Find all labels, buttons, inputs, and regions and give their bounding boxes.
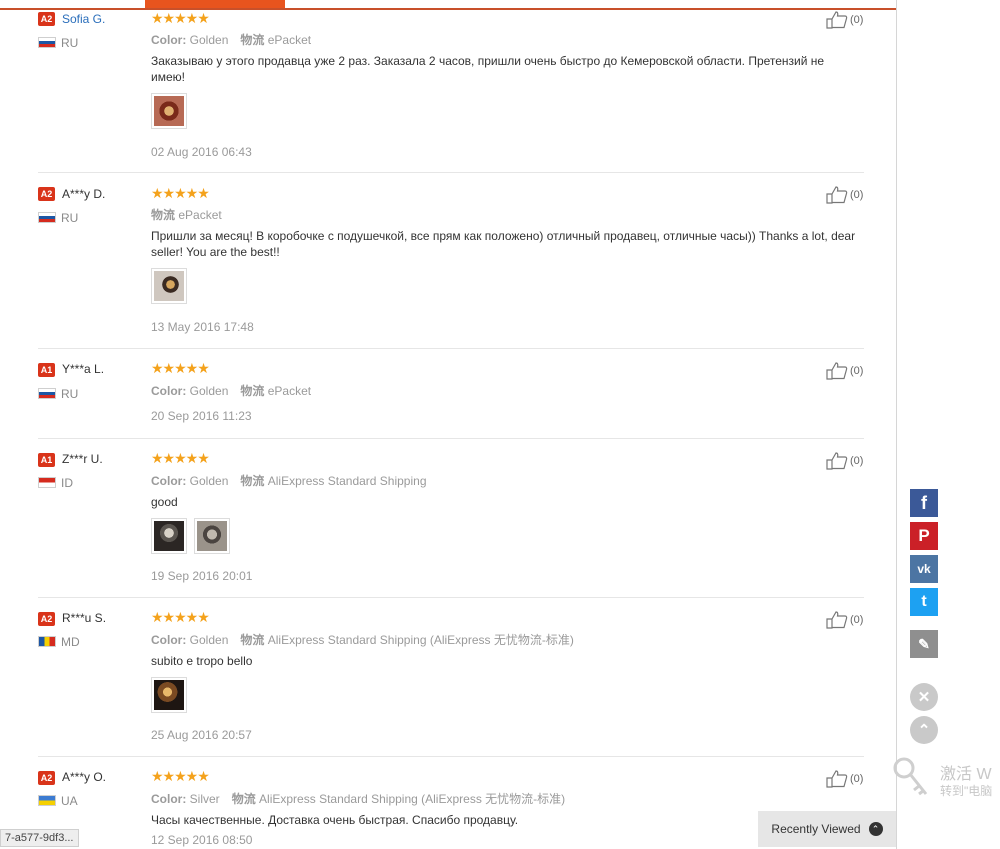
reviewer-country: ID bbox=[61, 476, 73, 490]
thumbs-up-icon bbox=[826, 362, 848, 380]
country-flag-icon bbox=[38, 795, 56, 806]
helpful-button[interactable]: (0) bbox=[826, 611, 863, 629]
review-photo[interactable] bbox=[151, 93, 187, 129]
twitter-share-icon[interactable]: t bbox=[910, 588, 938, 616]
buyer-level-badge: A1 bbox=[38, 453, 55, 467]
reviewer-country: MD bbox=[61, 635, 80, 649]
review-text: Пришли за месяц! В коробочке с подушечко… bbox=[151, 229, 856, 259]
buyer-level-badge: A2 bbox=[38, 12, 55, 26]
helpful-button[interactable]: (0) bbox=[826, 11, 863, 29]
tab-bar-underline bbox=[0, 8, 896, 10]
star-rating: ★★★★★ bbox=[151, 10, 210, 26]
helpful-button[interactable]: (0) bbox=[826, 362, 863, 380]
review-photo[interactable] bbox=[194, 518, 230, 554]
review-text: Часы качественные. Доставка очень быстра… bbox=[151, 813, 519, 827]
reviewer-name: Z***r U. bbox=[62, 452, 103, 466]
browser-status-url: 7-a577-9df3... bbox=[0, 829, 79, 847]
country-flag-icon bbox=[38, 388, 56, 399]
thumbs-up-icon bbox=[826, 186, 848, 204]
order-info: Color: Golden 物流 ePacket bbox=[151, 384, 312, 398]
helpful-button[interactable]: (0) bbox=[826, 452, 863, 470]
star-rating: ★★★★★ bbox=[151, 609, 210, 625]
review-date: 12 Sep 2016 08:50 bbox=[151, 833, 253, 847]
buyer-level-badge: A2 bbox=[38, 612, 55, 626]
review-date: 19 Sep 2016 20:01 bbox=[151, 569, 253, 583]
buyer-level-badge: A1 bbox=[38, 363, 55, 377]
reviewer-name: R***u S. bbox=[62, 611, 107, 625]
review-date: 25 Aug 2016 20:57 bbox=[151, 728, 252, 742]
helpful-button[interactable]: (0) bbox=[826, 186, 863, 204]
watermark-line-1: 激活 W bbox=[940, 766, 992, 783]
thumbs-up-icon bbox=[826, 770, 848, 788]
recently-viewed-button[interactable]: Recently Viewed ⌃ bbox=[758, 811, 896, 847]
reviewer-name: A***y D. bbox=[62, 187, 106, 201]
star-rating: ★★★★★ bbox=[151, 768, 210, 784]
review-text: subito e tropo bello bbox=[151, 654, 253, 668]
back-to-top-icon[interactable]: ⌃ bbox=[910, 716, 938, 744]
pinterest-share-icon[interactable]: P bbox=[910, 522, 938, 550]
edit-feedback-icon[interactable]: ✎ bbox=[910, 630, 938, 658]
review-text: Заказываю у этого продавца уже 2 раз. За… bbox=[151, 54, 825, 84]
review-photo[interactable] bbox=[151, 268, 187, 304]
country-flag-icon bbox=[38, 477, 56, 488]
review-date: 02 Aug 2016 06:43 bbox=[151, 145, 252, 159]
review-photo[interactable] bbox=[151, 518, 187, 554]
country-flag-icon bbox=[38, 37, 56, 48]
reviewer-country: UA bbox=[61, 794, 78, 808]
windows-activation-watermark: 激活 W 转到"电脑 bbox=[892, 756, 1000, 802]
order-info: 物流 ePacket bbox=[151, 208, 222, 222]
review-text: good bbox=[151, 495, 178, 509]
star-rating: ★★★★★ bbox=[151, 185, 210, 201]
watermark-line-2: 转到"电脑 bbox=[940, 784, 993, 798]
reviewer-name[interactable]: Sofia G. bbox=[62, 12, 105, 26]
vk-share-icon[interactable]: vk bbox=[910, 555, 938, 583]
order-info: Color: Golden 物流 ePacket bbox=[151, 33, 312, 47]
reviewer-name: A***y O. bbox=[62, 770, 107, 784]
thumbs-up-icon bbox=[826, 452, 848, 470]
recently-viewed-label: Recently Viewed bbox=[771, 822, 861, 836]
order-info: Color: Silver 物流 AliExpress Standard Ship… bbox=[151, 792, 566, 806]
review-date: 20 Sep 2016 11:23 bbox=[151, 409, 252, 423]
review-date: 13 May 2016 17:48 bbox=[151, 320, 254, 334]
reviewer-country: RU bbox=[61, 211, 79, 225]
review-photo[interactable] bbox=[151, 677, 187, 713]
buyer-level-badge: A2 bbox=[38, 187, 55, 201]
country-flag-icon bbox=[38, 212, 56, 223]
facebook-share-icon[interactable]: f bbox=[910, 489, 938, 517]
reviewer-name: Y***a L. bbox=[62, 362, 105, 376]
star-rating: ★★★★★ bbox=[151, 360, 210, 376]
buyer-level-badge: A2 bbox=[38, 771, 55, 785]
helpful-button[interactable]: (0) bbox=[826, 770, 863, 788]
reviewer-country: RU bbox=[61, 36, 79, 50]
thumbs-up-icon bbox=[826, 11, 848, 29]
thumbs-up-icon bbox=[826, 611, 848, 629]
order-info: Color: Golden 物流 AliExpress Standard Ship… bbox=[151, 633, 574, 647]
reviewer-country: RU bbox=[61, 387, 79, 401]
close-icon[interactable]: ✕ bbox=[910, 683, 938, 711]
chevron-up-icon: ⌃ bbox=[868, 822, 883, 836]
star-rating: ★★★★★ bbox=[151, 450, 210, 466]
key-icon bbox=[893, 757, 928, 796]
country-flag-icon bbox=[38, 636, 56, 647]
content-border bbox=[896, 0, 897, 849]
order-info: Color: Golden 物流 AliExpress Standard Ship… bbox=[151, 474, 427, 488]
